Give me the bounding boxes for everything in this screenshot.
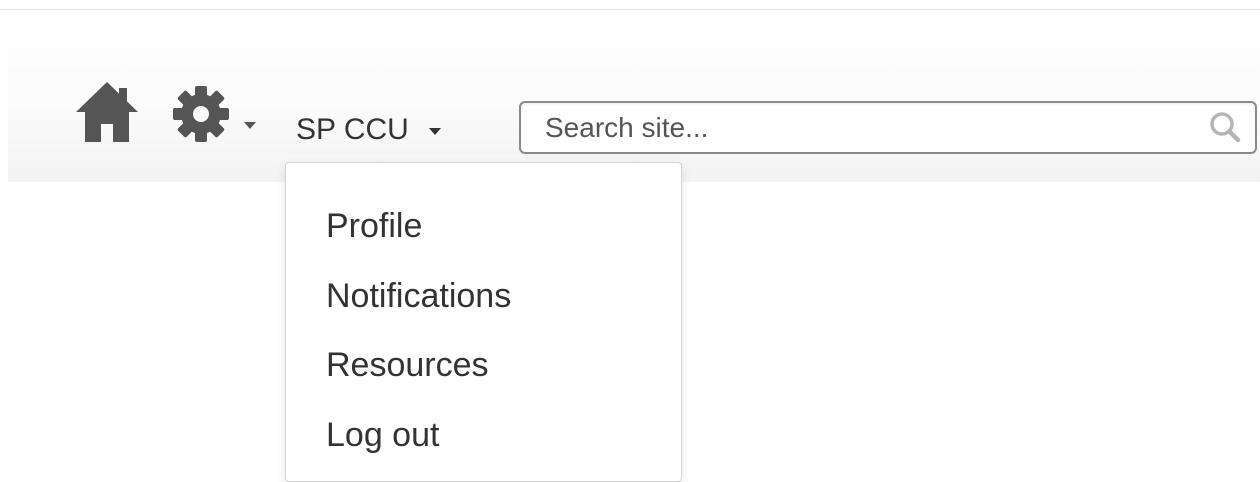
- search-input[interactable]: [545, 103, 1185, 152]
- user-menu-label: SP CCU: [296, 113, 409, 146]
- chevron-down-icon: [244, 122, 256, 129]
- user-menu-toggle[interactable]: SP CCU: [296, 104, 441, 156]
- menu-item-resources[interactable]: Resources: [326, 346, 489, 385]
- user-dropdown-menu: Profile Notifications Resources Log out: [285, 162, 682, 482]
- home-button[interactable]: [74, 80, 140, 144]
- menu-item-notifications[interactable]: Notifications: [326, 277, 511, 316]
- settings-menu-button[interactable]: [172, 84, 264, 144]
- top-divider: [0, 9, 1260, 10]
- search-icon[interactable]: [1209, 111, 1241, 143]
- search-box: [519, 101, 1257, 154]
- menu-item-log-out[interactable]: Log out: [326, 416, 439, 455]
- gear-icon: [173, 86, 229, 142]
- home-icon: [76, 82, 138, 142]
- menu-item-profile[interactable]: Profile: [326, 207, 422, 246]
- chevron-down-icon: [428, 127, 441, 135]
